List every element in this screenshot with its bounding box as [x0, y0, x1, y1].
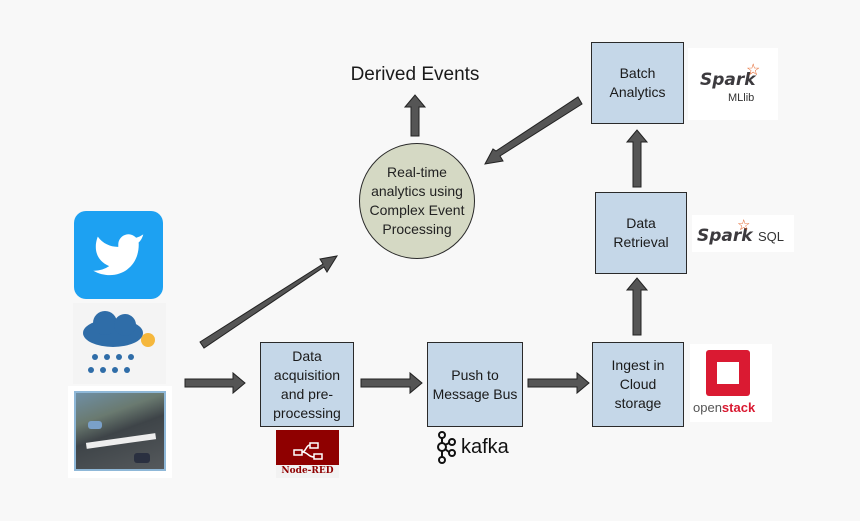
- mllib-label: MLlib: [728, 92, 755, 104]
- sql-label: SQL: [758, 229, 785, 244]
- openstack-icon: [706, 350, 750, 396]
- message-bus-label: Push to Message Bus: [432, 366, 518, 402]
- arrow-sources-to-acquisition: [184, 371, 246, 395]
- arrow-retrieval-to-batch: [625, 129, 649, 188]
- message-bus-node: Push to Message Bus: [427, 342, 523, 427]
- smart-city-icon: [68, 386, 172, 478]
- acquisition-label: Data acquisition and pre- processing: [273, 347, 341, 421]
- arrow-ingest-to-retrieval: [625, 277, 649, 336]
- nodered-label: Node-RED: [276, 465, 339, 478]
- spark-star-icon: ☆: [737, 217, 751, 234]
- cep-node: Real-time analytics using Complex Event …: [359, 143, 475, 259]
- kafka-label: kafka: [461, 436, 509, 458]
- openstack-wordmark: openstack: [693, 400, 755, 415]
- acquisition-node: Data acquisition and pre- processing: [260, 342, 354, 427]
- retrieval-node: Data Retrieval: [595, 192, 687, 274]
- nodered-logo: Node-RED: [276, 430, 339, 478]
- street-scene: [74, 391, 166, 471]
- nodered-flow-icon: [293, 442, 323, 460]
- rain-cloud-icon: [83, 311, 155, 373]
- weather-icon: [73, 303, 166, 384]
- spark-star-icon: ☆: [746, 62, 761, 79]
- cep-label: Real-time analytics using Complex Event …: [369, 164, 465, 237]
- twitter-icon: [74, 211, 163, 299]
- arrow-bus-to-ingest: [527, 371, 590, 395]
- batch-label: Batch Analytics: [609, 65, 666, 100]
- openstack-part2: stack: [721, 400, 756, 415]
- retrieval-label: Data Retrieval: [613, 215, 669, 250]
- arrow-sources-to-cep: [199, 255, 339, 349]
- spark-mllib-logo: Spark ☆ MLlib: [688, 48, 778, 120]
- openstack-part1: open: [693, 400, 722, 415]
- arrow-cep-to-derived: [403, 94, 427, 137]
- twitter-bird: [93, 234, 144, 276]
- ingest-label: Ingest in Cloud storage: [611, 357, 665, 411]
- arrow-acquisition-to-bus: [360, 371, 423, 395]
- openstack-logo: openstack: [690, 344, 772, 422]
- kafka-icon: [437, 431, 456, 464]
- arrow-batch-to-cep: [484, 96, 583, 165]
- batch-node: Batch Analytics: [591, 42, 684, 124]
- spark-sql-logo: Spark ☆ SQL: [692, 215, 794, 252]
- ingest-node: Ingest in Cloud storage: [592, 342, 684, 427]
- kafka-logo: kafka: [435, 430, 515, 466]
